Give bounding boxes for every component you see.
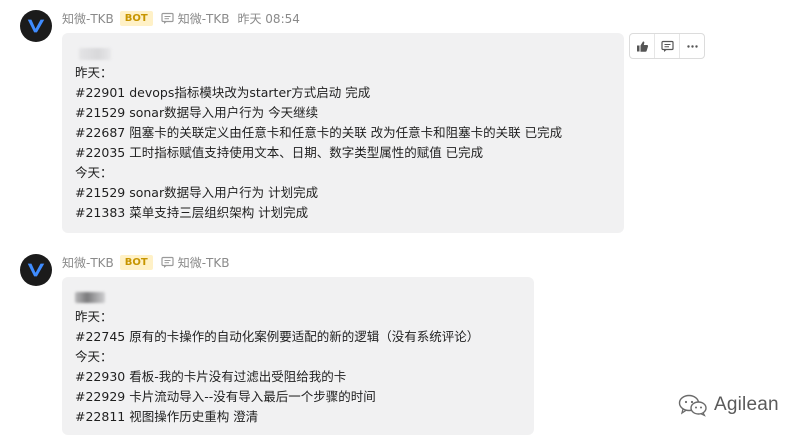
logo-v-icon [27, 263, 45, 277]
sender-name[interactable]: 知微-TKB [62, 10, 114, 27]
message-line: #22929 卡片流动导入--没有导入最后一个步骤的时间 [75, 389, 376, 404]
message-line: 昨天： [75, 65, 113, 80]
message-line: 昨天： [75, 309, 113, 324]
watermark: Agilean [678, 392, 779, 418]
comment-button[interactable] [655, 34, 680, 58]
message-line: 今天： [75, 349, 113, 364]
comment-icon [660, 40, 674, 52]
message-line: #21383 菜单支持三层组织架构 计划完成 [75, 205, 309, 220]
message-header: 知微-TKB BOT 知微-TKB [62, 253, 237, 271]
message-line: #22811 视图操作历史重构 澄清 [75, 409, 259, 424]
message-bubble: 昨天： #22901 devops指标模块改为starter方式启动 完成 #2… [62, 33, 624, 233]
message-icon [161, 12, 174, 25]
message-icon [161, 256, 174, 269]
logo-v-icon [27, 19, 45, 33]
bot-badge: BOT [119, 10, 153, 26]
channel-name[interactable]: 知微-TKB [178, 10, 230, 27]
message-line: #21529 sonar数据导入用户行为 计划完成 [75, 185, 319, 200]
thumbs-up-button[interactable] [630, 34, 655, 58]
message-action-bar [629, 33, 705, 59]
bot-avatar[interactable] [20, 10, 52, 42]
watermark-text: Agilean [714, 394, 779, 415]
sender-name[interactable]: 知微-TKB [62, 254, 114, 271]
message-line: #22930 看板-我的卡片没有过滤出受阻给我的卡 [75, 369, 347, 384]
message-line: #22745 原有的卡操作的自动化案例要适配的新的逻辑（没有系统评论） [75, 329, 480, 344]
message-line: #22687 阻塞卡的关联定义由任意卡和任意卡的关联 改为任意卡和阻塞卡的关联 … [75, 125, 563, 140]
thumbs-up-icon [636, 40, 648, 52]
message-bubble: 昨天： #22745 原有的卡操作的自动化案例要适配的新的逻辑（没有系统评论） … [62, 277, 534, 435]
mention-line [75, 287, 522, 307]
mention-line [75, 43, 612, 63]
message-line: 今天： [75, 165, 113, 180]
channel-name[interactable]: 知微-TKB [178, 254, 230, 271]
redacted-mention [75, 292, 105, 303]
more-button[interactable] [680, 34, 704, 58]
bot-badge: BOT [119, 254, 153, 270]
message-line: #22035 工时指标赋值支持使用文本、日期、数字类型属性的赋值 已完成 [75, 145, 484, 160]
timestamp: 昨天 08:54 [237, 11, 300, 26]
more-icon [686, 44, 698, 48]
message-line: #22901 devops指标模块改为starter方式启动 完成 [75, 85, 371, 100]
message-header: 知微-TKB BOT 知微-TKB 昨天 08:54 [62, 9, 300, 27]
message-line: #21529 sonar数据导入用户行为 今天继续 [75, 105, 319, 120]
redacted-mention [79, 47, 111, 60]
wechat-icon [678, 394, 707, 417]
bot-avatar[interactable] [20, 254, 52, 286]
